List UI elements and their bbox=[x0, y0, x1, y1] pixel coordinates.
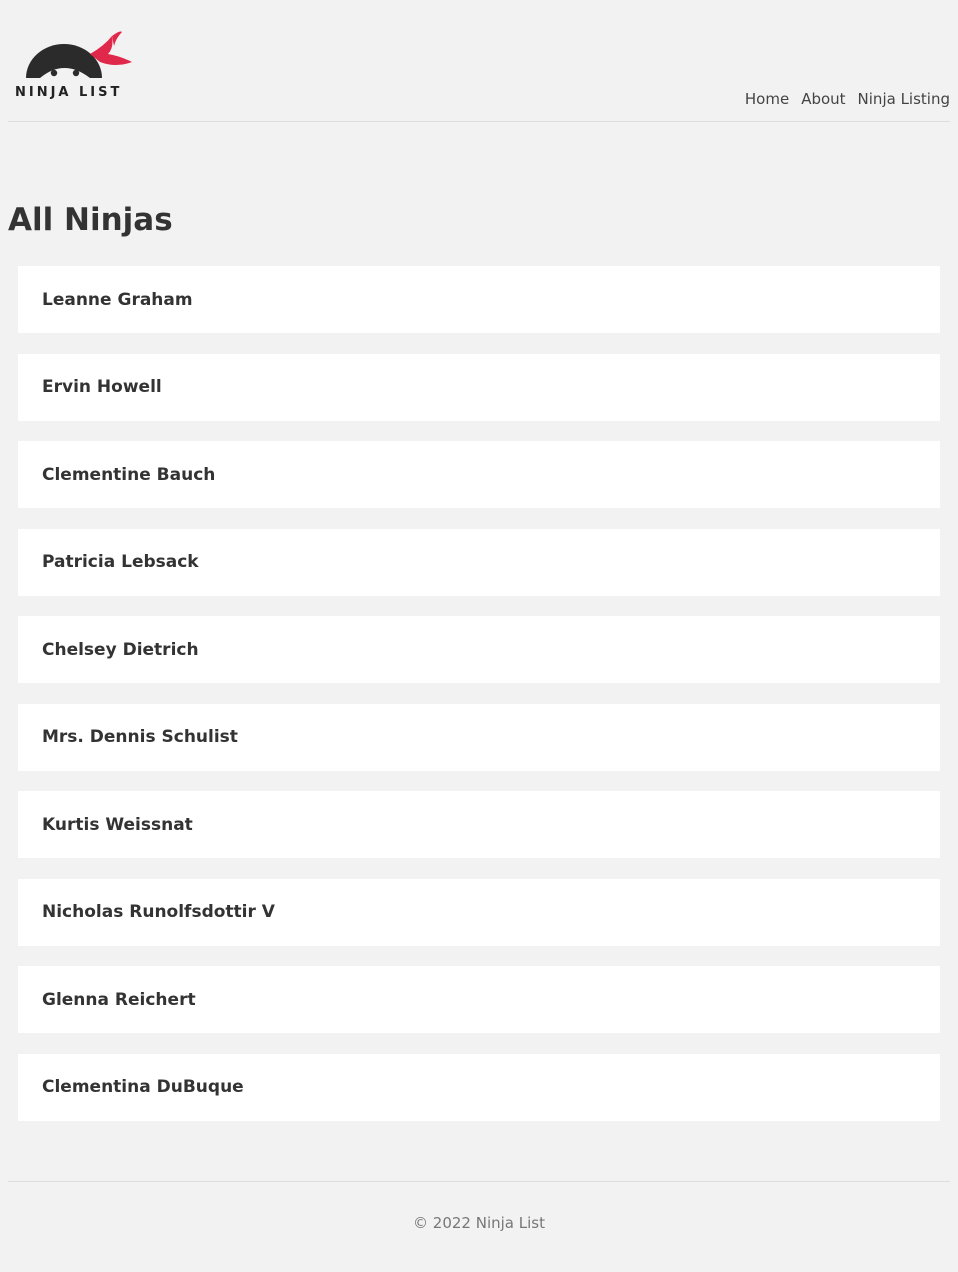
copyright-text: © 2022 Ninja List bbox=[413, 1214, 545, 1232]
ninja-name: Clementine Bauch bbox=[42, 464, 216, 485]
site-header: NINJA LIST Home About Ninja Listing bbox=[8, 0, 950, 122]
main-nav: Home About Ninja Listing bbox=[745, 90, 950, 108]
ninja-list-item[interactable]: Mrs. Dennis Schulist bbox=[18, 703, 940, 771]
logo-text: NINJA LIST bbox=[15, 85, 123, 100]
ninja-list-item[interactable]: Clementine Bauch bbox=[18, 441, 940, 508]
ninja-logo-icon bbox=[26, 31, 132, 78]
ninja-name: Chelsey Dietrich bbox=[42, 639, 199, 660]
ninja-list-item[interactable]: Kurtis Weissnat bbox=[18, 791, 940, 858]
logo[interactable]: NINJA LIST bbox=[14, 28, 144, 104]
site-footer: © 2022 Ninja List bbox=[8, 1181, 950, 1232]
ninja-list-item[interactable]: Clementina DuBuque bbox=[18, 1053, 940, 1121]
ninja-name: Leanne Graham bbox=[42, 289, 193, 310]
ninja-name: Ervin Howell bbox=[42, 377, 162, 397]
ninja-name: Nicholas Runolfsdottir V bbox=[42, 902, 275, 922]
ninja-name: Mrs. Dennis Schulist bbox=[42, 727, 238, 747]
nav-link-home[interactable]: Home bbox=[745, 90, 789, 108]
nav-link-about[interactable]: About bbox=[801, 90, 845, 108]
page-title: All Ninjas bbox=[8, 202, 173, 238]
ninja-list-item[interactable]: Patricia Lebsack bbox=[18, 528, 940, 596]
ninja-list-item[interactable]: Chelsey Dietrich bbox=[18, 616, 940, 683]
ninja-name: Patricia Lebsack bbox=[42, 552, 199, 572]
ninja-name: Kurtis Weissnat bbox=[42, 814, 193, 835]
ninja-name: Glenna Reichert bbox=[42, 989, 196, 1010]
ninja-list-item[interactable]: Ervin Howell bbox=[18, 353, 940, 421]
ninja-list-item[interactable]: Glenna Reichert bbox=[18, 966, 940, 1033]
ninja-list: Leanne Graham Ervin Howell Clementine Ba… bbox=[18, 266, 940, 1141]
ninja-name: Clementina DuBuque bbox=[42, 1077, 244, 1097]
ninja-list-item[interactable]: Leanne Graham bbox=[18, 266, 940, 333]
ninja-list-item[interactable]: Nicholas Runolfsdottir V bbox=[18, 878, 940, 946]
nav-link-ninja-listing[interactable]: Ninja Listing bbox=[858, 90, 950, 108]
